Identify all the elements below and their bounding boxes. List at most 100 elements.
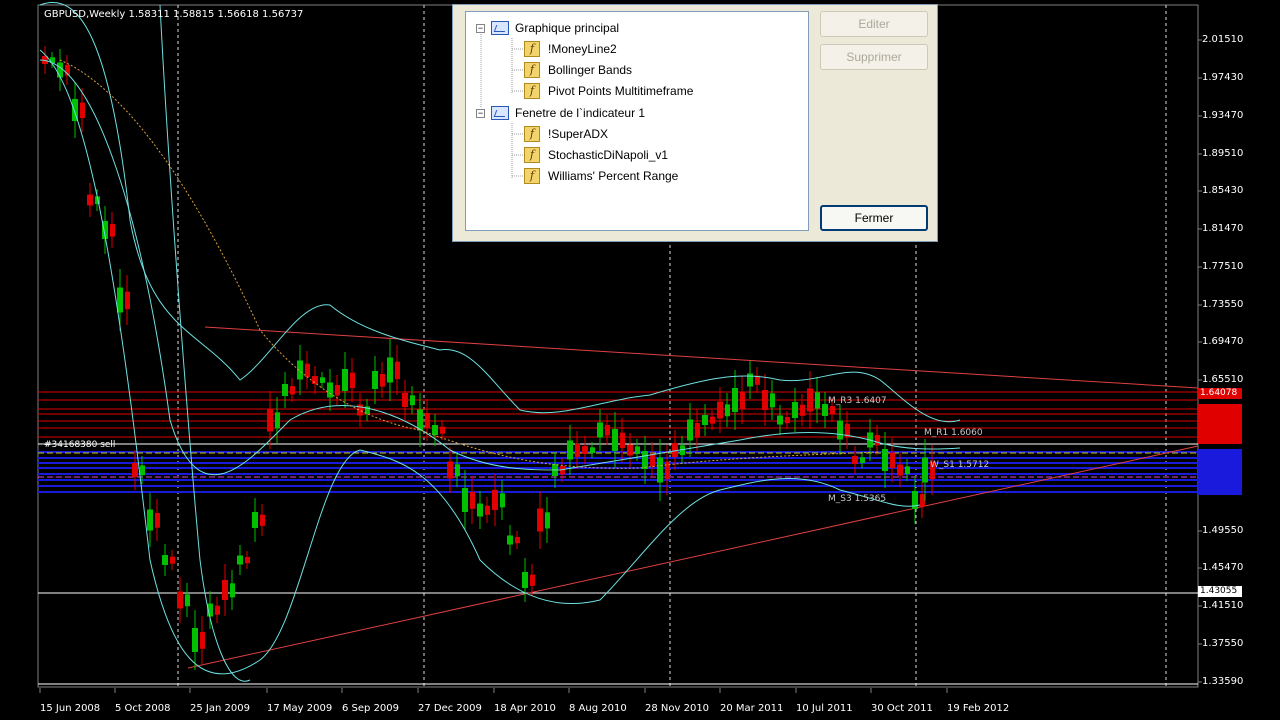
candle-body [582,446,588,454]
candle-body [852,456,858,464]
candle-body [267,408,273,432]
candle-body [890,452,895,469]
candle-body [275,412,280,429]
price-tick-label: 1.73550 [1202,299,1244,310]
price-box-blue-zone [1198,449,1242,495]
indicators-tree[interactable]: − Graphique principal f !MoneyLine2 f Bo… [465,11,809,231]
candle-body [140,465,145,476]
candle-body [627,444,633,456]
candle-body [897,464,903,476]
candle-body [785,417,790,424]
price-tick-label: 1.89510 [1202,148,1244,159]
candle-body [875,435,880,446]
candle-body [417,409,423,431]
candle-body [695,423,700,438]
close-button[interactable]: Fermer [820,205,928,231]
current-price-box: 1.64078 [1198,388,1242,399]
candle-body [702,415,708,425]
date-tick-label: 27 Dec 2009 [418,703,482,714]
candle-body [507,535,513,545]
candle-body [72,99,78,121]
pivot-label-m-s3: M_S3 1.5365 [828,494,887,504]
candle-body [132,463,138,477]
candle-body [245,557,250,564]
letterbox-left [0,0,37,720]
date-tick-label: 10 Jul 2011 [796,703,853,714]
chart-window[interactable]: GBPUSD,Weekly 1.58311 1.58815 1.56618 1.… [0,0,1280,720]
candle-body [87,194,93,206]
candle-body [590,447,595,453]
candle-body [395,361,400,380]
chart-header: GBPUSD,Weekly 1.58311 1.58815 1.56618 1.… [44,9,304,20]
candle-body [260,514,265,526]
candle-body [515,537,520,544]
candle-body [252,512,258,528]
candle-body [170,556,175,564]
candle-body [837,420,843,440]
candle-body [117,287,123,313]
candle-body [320,377,325,383]
candle-body [297,360,303,380]
price-tick-label: 1.81470 [1202,223,1244,234]
price-box-red-zone [1198,404,1242,444]
candle-body [650,454,655,467]
candle-body [335,385,340,396]
candle-body [567,440,573,460]
candle-body [470,492,475,509]
candle-body [922,457,928,483]
candle-body [447,461,453,479]
edit-button[interactable]: Editer [820,11,928,37]
order-label: #34168380 sell [44,440,116,450]
candle-body [807,388,813,412]
pivot-label-w-s1: W_S1 1.5712 [930,460,990,470]
candle-body [80,102,85,119]
price-tick-label: 1.37550 [1202,638,1244,649]
candle-body [200,632,205,649]
date-tick-label: 19 Feb 2012 [947,703,1010,714]
candle-body [387,357,393,383]
candle-body [530,574,535,586]
candle-body [425,413,430,428]
candle-body [792,402,798,418]
candle-body [155,513,160,528]
candle-body [830,406,835,415]
candle-body [222,580,228,600]
delete-button[interactable]: Supprimer [820,44,928,70]
letterbox-right [1243,0,1280,720]
candle-body [350,372,355,389]
candle-body [282,384,288,396]
candle-body [732,388,738,412]
candle-body [372,371,378,389]
price-tick-label: 1.77510 [1202,261,1244,272]
candle-body [110,224,115,237]
candle-body [305,363,310,377]
candle-body [575,443,580,457]
candle-body [455,464,460,477]
price-tick-label: 1.65510 [1202,374,1244,385]
candle-body [402,393,408,407]
price-tick-label: 1.49550 [1202,525,1244,536]
date-tick-label: 15 Jun 2008 [40,703,101,714]
price-tick-label: 1.93470 [1202,110,1244,121]
price-tick-label: 2.01510 [1202,34,1244,45]
candle-body [432,425,438,435]
candle-body [710,416,715,424]
candle-body [162,555,168,565]
candle-body [342,369,348,391]
candle-body [687,419,693,441]
date-tick-label: 17 May 2009 [267,703,333,714]
date-tick-label: 28 Nov 2010 [645,703,710,714]
candle-body [635,446,640,455]
date-tick-label: 6 Sep 2009 [342,703,400,714]
candle-body [882,449,888,471]
candle-body [290,386,295,395]
indicators-dialog: − Graphique principal f !MoneyLine2 f Bo… [452,4,938,242]
candle-body [800,404,805,416]
candle-body [545,512,550,529]
candle-body [237,555,243,565]
candle-body [380,374,385,387]
candle-body [440,426,445,434]
candle-body [597,422,603,438]
candle-body [185,594,190,607]
price-tick-label: 1.97430 [1202,72,1244,83]
